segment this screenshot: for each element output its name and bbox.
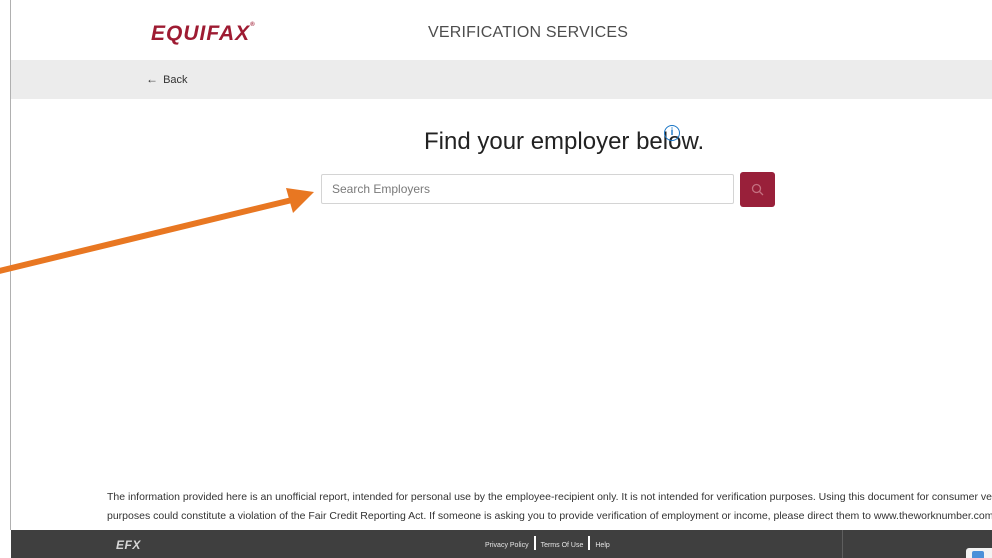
chat-widget-badge[interactable] xyxy=(966,548,992,558)
footer-separator xyxy=(588,536,591,550)
efx-footer-logo: EFX xyxy=(116,538,141,552)
help-link[interactable]: Help xyxy=(595,542,609,549)
site-footer: EFX Privacy Policy Terms Of Use Help xyxy=(11,530,992,558)
annotation-arrow-head xyxy=(286,188,314,213)
equifax-logo[interactable]: EQUIFAX® xyxy=(151,22,256,46)
page-title: Find your employer below. xyxy=(424,128,705,155)
disclaimer-text: The information provided here is an unof… xyxy=(107,488,992,526)
disclaimer-line-1: The information provided here is an unof… xyxy=(107,491,992,503)
privacy-policy-link[interactable]: Privacy Policy xyxy=(485,542,529,549)
site-header: EQUIFAX® VERIFICATION SERVICES xyxy=(11,0,992,60)
arrow-left-icon: ← xyxy=(146,72,158,86)
info-circle-icon[interactable]: i xyxy=(664,125,680,141)
search-employers-input[interactable] xyxy=(321,174,734,204)
footer-separator xyxy=(533,536,536,550)
search-button[interactable] xyxy=(740,172,775,207)
registered-mark: ® xyxy=(250,22,256,28)
back-link[interactable]: ← Back xyxy=(146,72,188,86)
annotation-arrow-shaft xyxy=(0,197,293,274)
equifax-logo-text: EQUIFAX xyxy=(151,22,251,45)
header-title: VERIFICATION SERVICES xyxy=(428,24,629,41)
terms-of-use-link[interactable]: Terms Of Use xyxy=(541,542,584,549)
disclaimer-line-2: purposes could constitute a violation of… xyxy=(107,510,992,522)
search-icon xyxy=(751,183,764,196)
back-label: Back xyxy=(163,74,188,86)
footer-divider xyxy=(842,530,843,558)
footer-links: Privacy Policy Terms Of Use Help xyxy=(485,536,610,550)
